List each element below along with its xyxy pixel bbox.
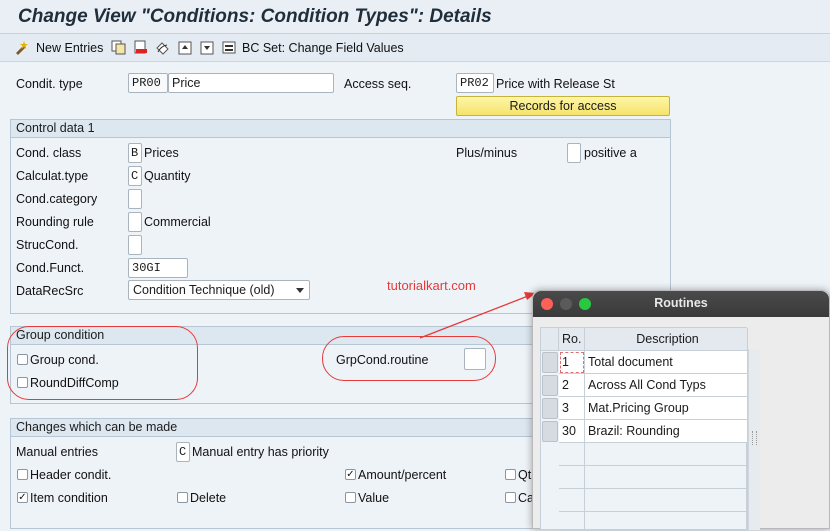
- scrollbar-grip-icon[interactable]: [752, 431, 757, 445]
- routine-description[interactable]: Mat.Pricing Group: [585, 397, 748, 420]
- row-selector[interactable]: [542, 352, 558, 373]
- empty-cell: [559, 489, 585, 512]
- popup-title-bar: Routines: [533, 291, 829, 317]
- select-all-cell[interactable]: [541, 328, 559, 351]
- vertical-scrollbar[interactable]: [748, 349, 760, 530]
- routine-number[interactable]: 1: [559, 351, 585, 374]
- routine-description[interactable]: Brazil: Rounding: [585, 420, 748, 443]
- popup-title: Routines: [654, 296, 708, 310]
- empty-cell: [559, 466, 585, 489]
- routines-table: Ro. Description 1 Total document 2 Acros…: [540, 327, 748, 531]
- routine-number[interactable]: 3: [559, 397, 585, 420]
- empty-cell: [585, 489, 748, 512]
- empty-cell: [585, 443, 748, 466]
- column-header-description[interactable]: Description: [585, 328, 748, 351]
- routine-number[interactable]: 30: [559, 420, 585, 443]
- row-selector[interactable]: [542, 375, 558, 396]
- routine-description[interactable]: Across All Cond Typs: [585, 374, 748, 397]
- empty-cell: [585, 512, 748, 531]
- column-header-ro[interactable]: Ro.: [559, 328, 585, 351]
- routine-description[interactable]: Total document: [585, 351, 748, 374]
- empty-cell: [559, 512, 585, 531]
- row-selector[interactable]: [542, 421, 558, 442]
- routine-number[interactable]: 2: [559, 374, 585, 397]
- row-selector[interactable]: [542, 398, 558, 419]
- empty-cell: [585, 466, 748, 489]
- routines-popup: Routines Ro. Description 1 Total documen…: [532, 290, 830, 531]
- empty-cell: [559, 443, 585, 466]
